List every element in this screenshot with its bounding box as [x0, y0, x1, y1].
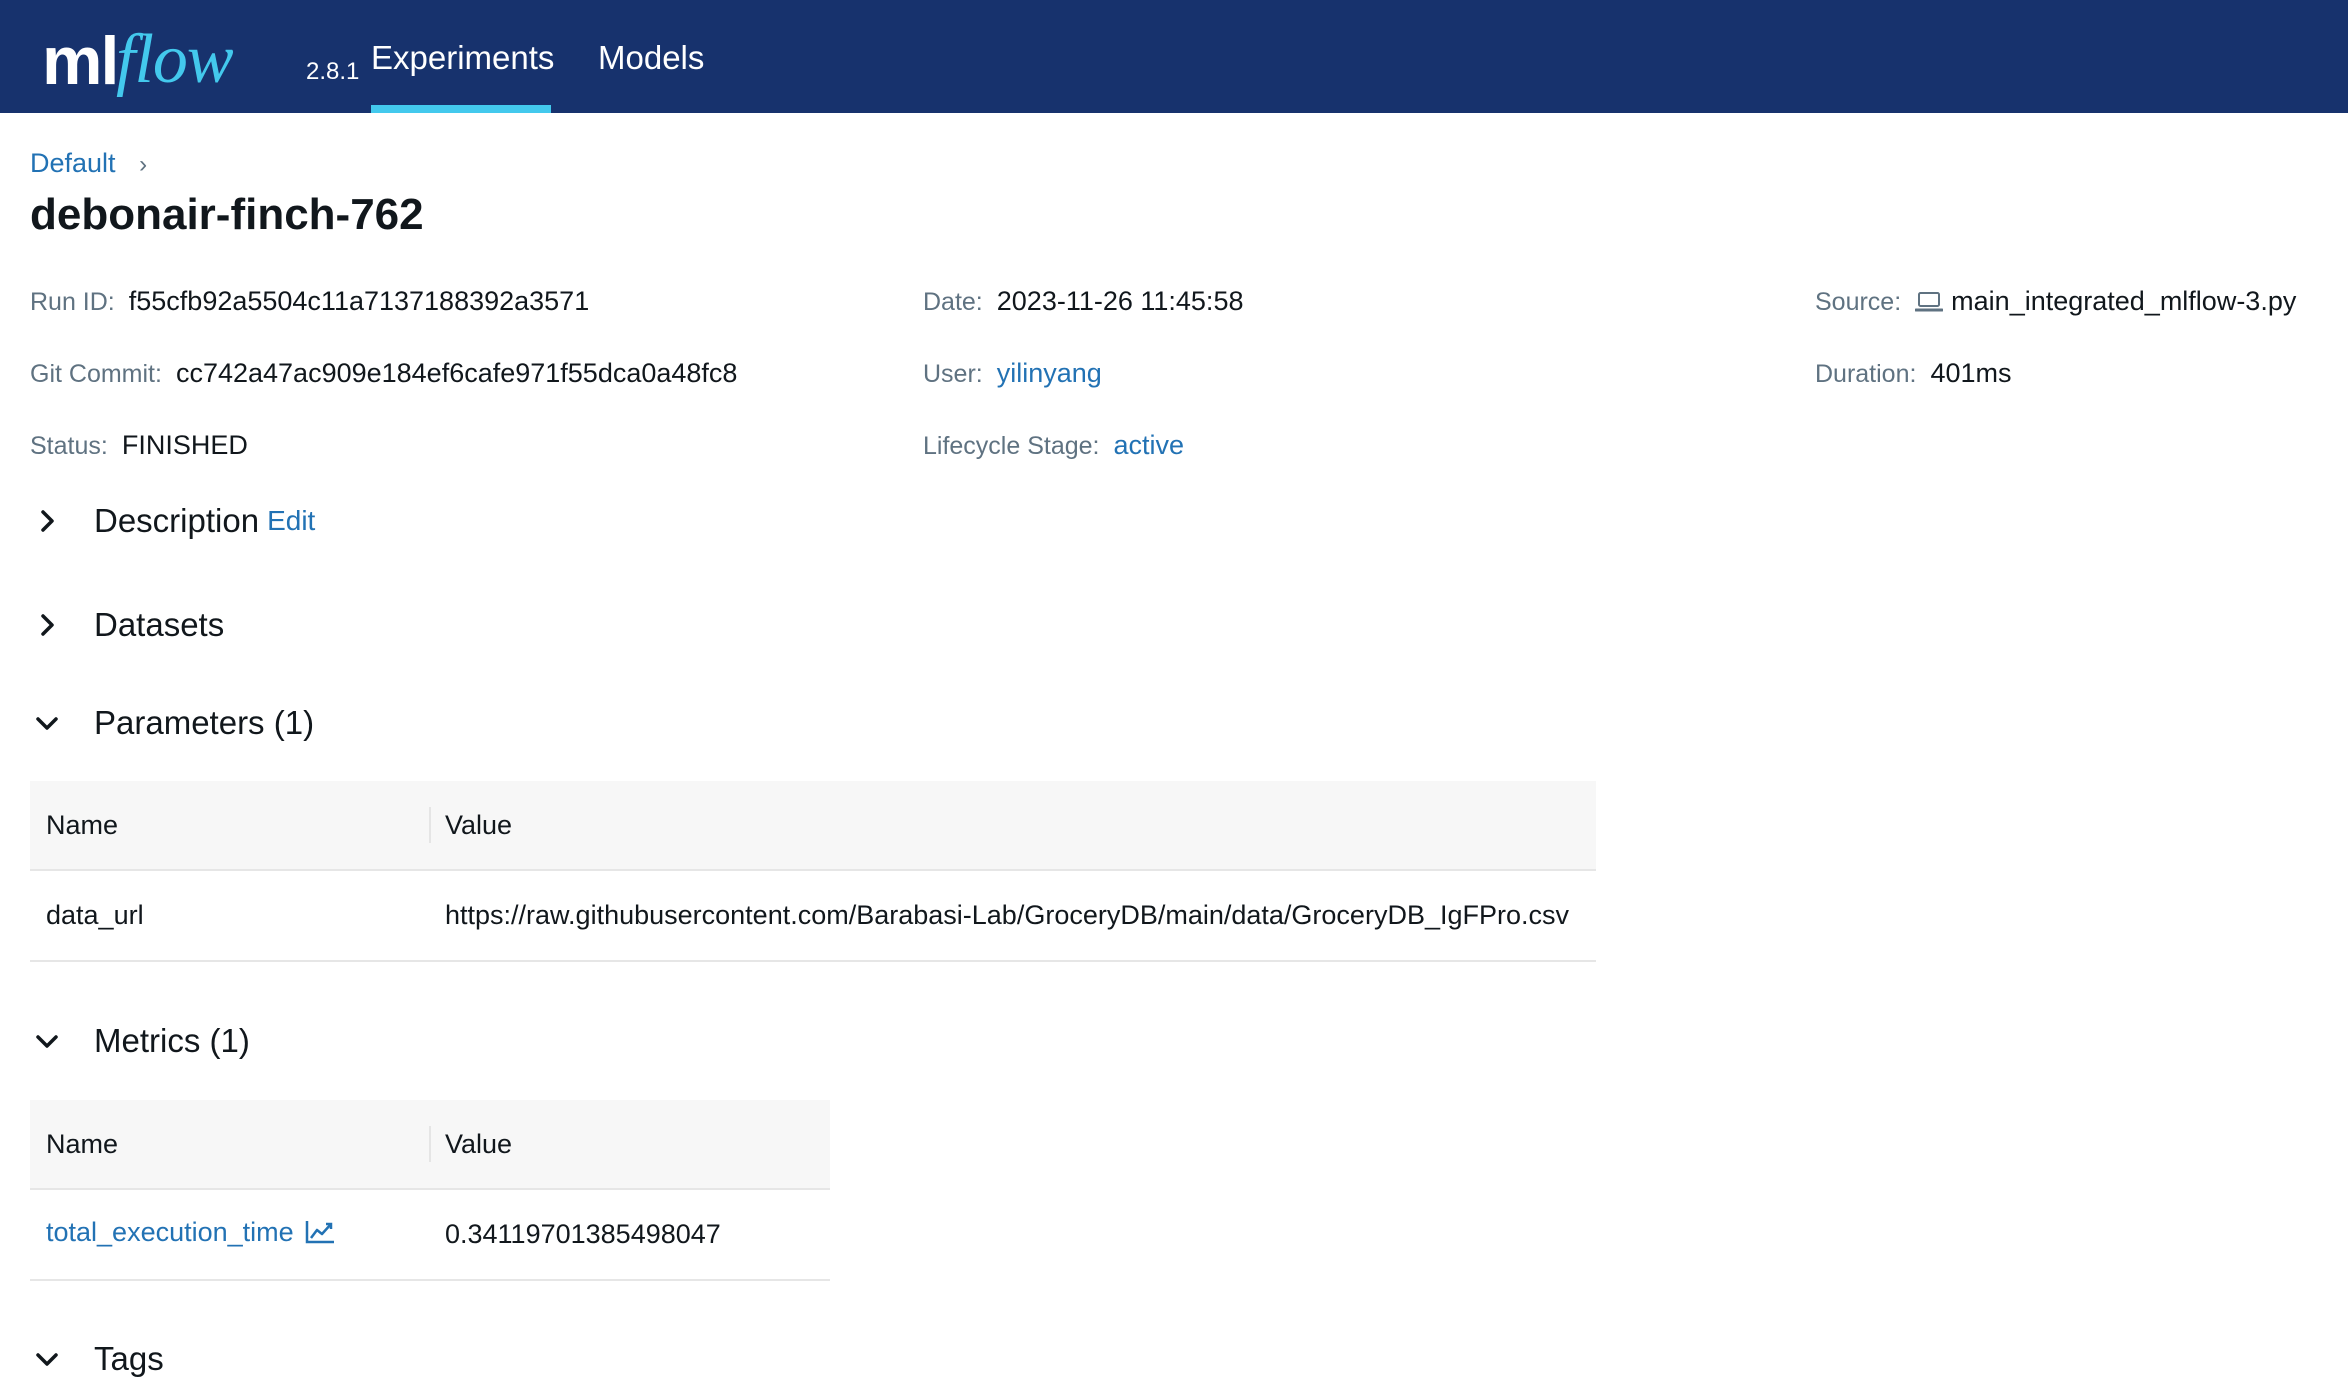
table-header-row: Name Value — [30, 1100, 830, 1189]
column-header-value[interactable]: Value — [429, 781, 1596, 870]
run-id-field: Run ID: f55cfb92a5504c11a7137188392a3571 — [30, 286, 589, 317]
version-label: 2.8.1 — [306, 58, 360, 85]
table-row: data_url https://raw.githubusercontent.c… — [30, 869, 1596, 962]
status-value: FINISHED — [121, 430, 248, 460]
column-header-name[interactable]: Name — [30, 781, 429, 870]
status-label: Status: — [30, 432, 108, 460]
breadcrumb-experiment-link[interactable]: Default — [30, 148, 116, 178]
run-id-value: f55cfb92a5504c11a7137188392a3571 — [128, 286, 590, 316]
top-navigation-bar: ml flow 2.8.1 Experiments Models — [0, 0, 2348, 113]
run-id-label: Run ID: — [30, 288, 115, 316]
lifecycle-label: Lifecycle Stage: — [923, 432, 1100, 460]
tags-section-header[interactable]: Tags — [30, 1340, 164, 1378]
git-commit-value: cc742a47ac909e184ef6cafe971f55dca0a48fc8 — [175, 358, 738, 388]
chevron-right-icon — [30, 608, 64, 642]
line-chart-icon[interactable] — [304, 1219, 336, 1252]
metric-name-cell: total_execution_time — [30, 1188, 429, 1281]
source-field: Source: main_integrated_mlflow-3.py — [1815, 286, 2296, 320]
metrics-section-label: Metrics (1) — [94, 1022, 250, 1059]
breadcrumb: Default › — [30, 148, 147, 179]
parameters-section-header[interactable]: Parameters (1) — [30, 704, 314, 742]
metrics-table: Name Value total_execution_time 0.341197… — [30, 1100, 830, 1281]
chevron-down-icon — [30, 1342, 64, 1376]
source-label: Source: — [1815, 288, 1902, 316]
chevron-down-icon — [30, 706, 64, 740]
user-label: User: — [923, 360, 983, 388]
param-value-cell: https://raw.githubusercontent.com/Baraba… — [429, 869, 1596, 962]
tab-experiments[interactable]: Experiments — [371, 0, 554, 113]
description-section-label: Description — [94, 502, 260, 539]
tab-models[interactable]: Models — [598, 0, 708, 113]
status-field: Status: FINISHED — [30, 430, 248, 461]
metric-name-link[interactable]: total_execution_time — [46, 1217, 294, 1247]
metrics-section-header[interactable]: Metrics (1) — [30, 1022, 250, 1060]
lifecycle-field: Lifecycle Stage: active — [923, 430, 1184, 461]
metric-value-cell: 0.34119701385498047 — [429, 1188, 830, 1281]
page-title: debonair-finch-762 — [30, 190, 424, 239]
laptop-icon — [1914, 289, 1944, 320]
parameters-table: Name Value data_url https://raw.githubus… — [30, 781, 1596, 962]
user-field: User: yilinyang — [923, 358, 1102, 389]
datasets-section-label: Datasets — [94, 606, 225, 643]
datasets-section-header[interactable]: Datasets — [30, 606, 224, 644]
logo-ml-text: ml — [42, 23, 119, 99]
date-value: 2023-11-26 11:45:58 — [996, 286, 1244, 316]
duration-field: Duration: 401ms — [1815, 358, 2012, 389]
git-commit-field: Git Commit: cc742a47ac909e184ef6cafe971f5… — [30, 358, 737, 389]
description-edit-link[interactable]: Edit — [267, 505, 315, 537]
table-row: total_execution_time 0.34119701385498047 — [30, 1188, 830, 1281]
lifecycle-value: active — [1113, 430, 1185, 460]
source-value[interactable]: main_integrated_mlflow-3.py — [1951, 286, 2296, 316]
duration-value: 401ms — [1930, 358, 2012, 388]
date-label: Date: — [923, 288, 983, 316]
user-link[interactable]: yilinyang — [997, 358, 1102, 388]
column-header-value[interactable]: Value — [429, 1100, 830, 1189]
parameters-section-label: Parameters (1) — [94, 704, 315, 741]
chevron-right-icon — [30, 504, 64, 538]
breadcrumb-separator-icon: › — [139, 151, 148, 178]
logo-flow-text: flow — [116, 21, 234, 98]
description-section-header[interactable]: Description Edit — [30, 502, 315, 540]
table-header-row: Name Value — [30, 781, 1596, 870]
chevron-down-icon — [30, 1024, 64, 1058]
date-field: Date: 2023-11-26 11:45:58 — [923, 286, 1243, 317]
param-name-cell: data_url — [30, 869, 429, 962]
git-commit-label: Git Commit: — [30, 360, 162, 388]
tags-section-label: Tags — [94, 1340, 164, 1377]
column-header-name[interactable]: Name — [30, 1100, 429, 1189]
duration-label: Duration: — [1815, 360, 1917, 388]
